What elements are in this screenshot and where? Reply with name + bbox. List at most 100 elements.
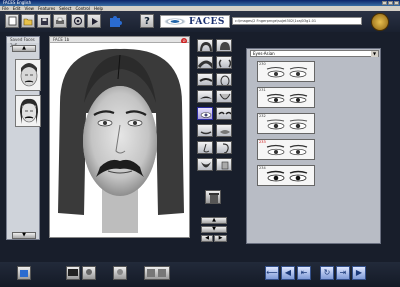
arrow-left-icon: ◀ — [284, 268, 292, 277]
eye-logo-icon — [164, 18, 186, 25]
move-up-button[interactable]: ▲ — [201, 217, 227, 224]
move-left-button[interactable]: ◀ — [201, 235, 213, 242]
brow-icon — [199, 78, 212, 82]
play-icon — [91, 17, 98, 25]
eye-pair-icon — [266, 170, 308, 182]
arrow-down-icon: ▼ — [22, 232, 26, 238]
eye-pair-icon — [266, 119, 308, 130]
morph-button[interactable] — [71, 14, 85, 28]
rewind-button[interactable]: ⇤ — [297, 266, 311, 280]
accessory-icon — [221, 161, 229, 170]
save-button[interactable] — [37, 14, 51, 28]
face-outline-icon — [220, 75, 230, 85]
eye-option[interactable]: 231 — [257, 87, 315, 108]
close-button[interactable] — [394, 1, 399, 5]
move-right-button[interactable]: ▶ — [214, 235, 227, 242]
help-icon: ? — [144, 15, 150, 27]
arrow-up-icon: ▲ — [22, 45, 26, 51]
thumbnails-icon — [147, 269, 166, 277]
feature-nose-button[interactable] — [197, 141, 213, 154]
maximize-button[interactable] — [388, 1, 393, 5]
lips-icon — [220, 130, 230, 134]
compare-button[interactable] — [113, 266, 127, 280]
saved-faces-title: Saved Faces 2x5 — [7, 37, 39, 48]
feature-brow-button[interactable] — [197, 73, 213, 86]
move-icon: ↻ — [323, 268, 331, 277]
face-sketch-icon — [20, 63, 38, 87]
feature-eyebrows-button[interactable] — [216, 107, 232, 120]
eye-option-number: 230 — [259, 62, 266, 66]
logo-text: FACES — [189, 16, 225, 27]
move-down-button[interactable]: ▼ — [201, 226, 227, 233]
arrow-back-icon: ⇤ — [300, 268, 308, 277]
eye-option-selected[interactable]: 233 — [257, 139, 315, 160]
eye-option[interactable]: 234 — [257, 165, 315, 186]
file-path-field[interactable]: c:\images\2 Fngerprnge\sujet302\1caj03g1… — [232, 17, 362, 25]
face-thumbnail-2[interactable] — [15, 95, 41, 127]
nose-icon — [203, 143, 210, 153]
trash-button[interactable] — [205, 190, 221, 204]
portrait-button[interactable] — [82, 266, 96, 280]
minimize-button[interactable] — [382, 1, 387, 5]
feature-beard-button[interactable] — [197, 158, 213, 171]
redo-icon: ▶ — [355, 268, 363, 277]
monitor-button[interactable] — [66, 266, 80, 280]
feature-lips-button[interactable] — [216, 124, 232, 137]
undo-button[interactable]: ⟵ — [265, 266, 279, 280]
feature-mouth-button[interactable] — [197, 124, 213, 137]
feature-hair-button[interactable] — [197, 39, 213, 52]
face-portrait — [50, 43, 189, 237]
hair-top-icon — [198, 60, 212, 68]
gold-seal-icon — [371, 13, 389, 31]
scale-button[interactable] — [17, 266, 31, 280]
eye-option-number: 232 — [259, 114, 266, 118]
open-folder-icon — [23, 18, 33, 25]
redo-button[interactable]: ▶ — [352, 266, 366, 280]
save-icon — [40, 17, 48, 25]
arrow-left-icon: ◀ — [205, 235, 209, 241]
mouth-icon — [200, 131, 212, 135]
eye-pair-icon — [266, 67, 308, 78]
eye-option[interactable]: 232 — [257, 113, 315, 134]
chin-icon — [219, 93, 231, 100]
puzzle-button[interactable] — [108, 14, 122, 28]
feature-ears-button[interactable] — [216, 56, 232, 69]
feature-chin-button[interactable] — [216, 90, 232, 103]
feature-type-dropdown[interactable]: Eyes-Asian ▼ — [250, 50, 379, 57]
play-button[interactable] — [87, 14, 101, 28]
feature-moustache-button[interactable] — [197, 90, 213, 103]
print-button[interactable] — [53, 14, 67, 28]
new-document-button[interactable] — [5, 14, 19, 28]
eye-option-number: 231 — [259, 88, 266, 92]
eye-option-number: 234 — [259, 166, 266, 170]
feature-eyes-button[interactable] — [197, 107, 213, 120]
scroll-up-button[interactable]: ▲ — [12, 45, 36, 52]
feature-ear-detail-button[interactable] — [216, 141, 232, 154]
face-sketch-icon — [20, 98, 38, 124]
thumbnails-button[interactable] — [144, 266, 170, 280]
eye-pair-icon — [266, 144, 308, 156]
scroll-down-button[interactable]: ▼ — [12, 232, 36, 239]
face-composite-canvas[interactable]: FACE 1b ⊘ — [49, 36, 190, 238]
open-button[interactable] — [21, 14, 35, 28]
undo-icon: ⟵ — [266, 268, 278, 277]
eye-pair-icon — [266, 93, 308, 103]
arrow-down-icon: ▼ — [212, 226, 216, 232]
step-back-button[interactable]: ◀ — [281, 266, 295, 280]
forward-button[interactable]: ⇥ — [336, 266, 350, 280]
help-button[interactable]: ? — [140, 14, 154, 28]
feature-accessory-button[interactable] — [216, 158, 232, 171]
eye-option[interactable]: 230 — [257, 61, 315, 82]
feature-face-outline-button[interactable] — [216, 73, 232, 86]
chevron-down-icon[interactable]: ▼ — [371, 51, 378, 57]
face-thumbnail-1[interactable] — [15, 59, 41, 91]
beard-icon — [201, 162, 211, 168]
trash-icon — [209, 193, 219, 204]
print-icon — [56, 17, 64, 24]
moustache-icon — [200, 96, 212, 99]
puzzle-icon — [110, 16, 122, 27]
feature-head-button[interactable] — [216, 39, 232, 52]
morph-icon — [73, 16, 83, 26]
move-button[interactable]: ↻ — [320, 266, 334, 280]
feature-hair-top-button[interactable] — [197, 56, 213, 69]
